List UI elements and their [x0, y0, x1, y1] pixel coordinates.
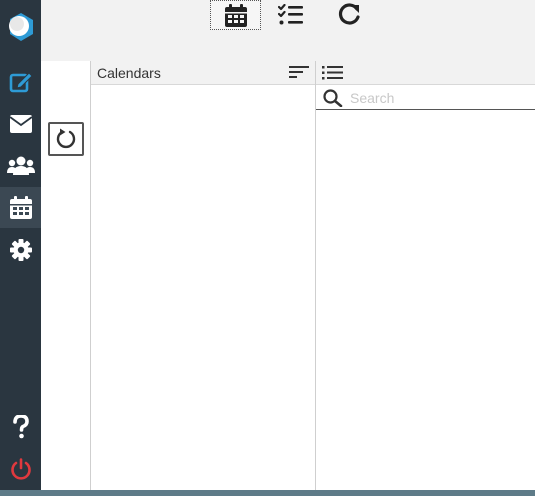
settings-button[interactable] [0, 229, 41, 270]
help-icon [12, 414, 29, 438]
calendars-header: Calendars [91, 61, 315, 85]
search-icon [323, 89, 343, 107]
refresh-button[interactable] [48, 122, 84, 156]
task-list-icon [278, 4, 303, 25]
refresh-icon [56, 128, 76, 149]
help-button[interactable] [0, 406, 41, 447]
envelope-icon [9, 114, 32, 133]
event-list-panel [316, 61, 535, 490]
calendars-panel: Calendars [90, 61, 316, 490]
calendar-icon [224, 3, 247, 27]
compose-button[interactable] [0, 61, 41, 102]
app-logo-icon [8, 12, 33, 41]
refresh-toolbar-button[interactable] [328, 0, 370, 30]
logout-button[interactable] [0, 448, 41, 489]
sort-icon [289, 66, 309, 78]
sort-button[interactable] [289, 66, 309, 84]
event-list-header [316, 61, 535, 85]
sidebar-rail [0, 0, 41, 490]
calendar-icon [9, 196, 32, 219]
bottom-strip [0, 490, 535, 496]
contacts-icon [6, 156, 35, 175]
power-icon [10, 457, 31, 480]
compose-icon [9, 71, 33, 92]
search-input[interactable] [348, 87, 532, 109]
mail-button[interactable] [0, 103, 41, 144]
search-bar [316, 85, 535, 110]
refresh-icon [338, 3, 360, 25]
gear-icon [9, 238, 32, 261]
tasks-view-button[interactable] [270, 0, 312, 30]
calendars-title: Calendars [97, 65, 161, 81]
calendar-button[interactable] [0, 187, 41, 228]
app-logo[interactable] [0, 6, 41, 47]
refresh-column [41, 61, 91, 490]
toolbar [41, 0, 535, 62]
calendar-view-button[interactable] [210, 0, 261, 30]
list-icon [322, 66, 343, 80]
contacts-button[interactable] [0, 145, 41, 186]
list-view-button[interactable] [322, 66, 343, 85]
